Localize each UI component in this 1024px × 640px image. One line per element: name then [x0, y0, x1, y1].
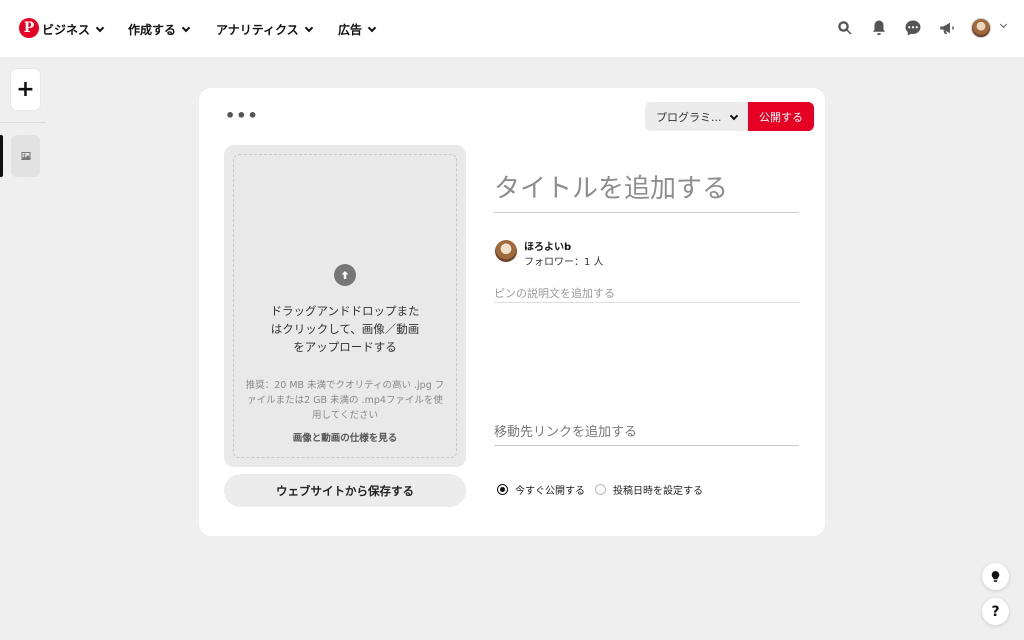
user-avatar — [495, 240, 517, 262]
chevron-down-icon — [729, 111, 739, 121]
nav-create-label: 作成する — [128, 23, 177, 37]
draft-pin-thumbnail[interactable] — [11, 135, 40, 177]
search-icon[interactable] — [835, 18, 855, 38]
help-button[interactable]: ? — [982, 598, 1009, 625]
chat-icon[interactable] — [903, 18, 923, 38]
question-mark-icon: ? — [991, 603, 1000, 620]
destination-link-input[interactable]: 移動先リンクを追加する — [494, 421, 799, 446]
account-avatar[interactable] — [971, 18, 991, 38]
upload-recommendation: 推奨：20 MB 未満でクオリティの高い .jpg ファイルまたは2 GB 未満… — [245, 380, 445, 421]
nav-ads[interactable]: 広告 — [338, 21, 377, 38]
title-input[interactable]: タイトルを追加する — [494, 168, 799, 213]
rail-active-indicator — [0, 135, 3, 177]
board-select-dropdown[interactable]: プログラミ... — [645, 102, 748, 131]
chevron-down-icon — [181, 23, 191, 32]
user-follower-count: フォロワー：1 人 — [524, 257, 604, 268]
media-upload-area[interactable]: ドラッグアンドドロップまたはクリックして、画像／動画をアップロードする 推奨：2… — [224, 145, 466, 467]
add-pin-button[interactable]: + — [11, 69, 40, 110]
bell-icon[interactable] — [869, 18, 889, 38]
board-select-value: プログラミ... — [656, 110, 722, 124]
schedule-label: 投稿日時を設定する — [613, 486, 703, 497]
save-from-website-button[interactable]: ウェブサイトから保存する — [224, 474, 466, 507]
image-icon — [21, 152, 30, 160]
upload-arrow-icon — [334, 264, 356, 286]
publish-now-option[interactable]: 今すぐ公開する — [497, 482, 585, 497]
pinterest-logo-icon[interactable]: P — [19, 18, 39, 38]
chevron-down-icon — [367, 23, 377, 32]
nav-analytics-label: アナリティクス — [216, 23, 299, 37]
rail-divider — [0, 122, 46, 123]
nav-create[interactable]: 作成する — [128, 21, 191, 38]
lightbulb-icon — [991, 571, 1000, 582]
account-chevron-down-icon[interactable] — [999, 20, 1008, 29]
more-options-icon[interactable]: ••• — [225, 106, 259, 125]
user-name: ほろよいb — [524, 242, 572, 253]
chevron-down-icon — [95, 23, 105, 32]
publish-button[interactable]: 公開する — [748, 102, 814, 131]
megaphone-icon[interactable] — [937, 18, 957, 38]
schedule-option[interactable]: 投稿日時を設定する — [595, 482, 703, 497]
nav-analytics[interactable]: アナリティクス — [216, 21, 313, 38]
media-spec-link[interactable]: 画像と動画の仕様を見る — [224, 430, 466, 444]
nav-business-label: ビジネス — [42, 23, 91, 37]
publish-now-label: 今すぐ公開する — [515, 486, 585, 497]
radio-unselected-icon[interactable] — [595, 484, 606, 495]
upload-instruction: ドラッグアンドドロップまたはクリックして、画像／動画をアップロードする — [270, 304, 420, 354]
chevron-down-icon — [304, 23, 313, 32]
radio-selected-icon[interactable] — [497, 484, 508, 495]
pin-editor-card: ••• プログラミ... 公開する ドラッグアンドドロップまたはクリックして、画… — [199, 88, 825, 536]
plus-icon: + — [16, 77, 35, 102]
nav-business[interactable]: ビジネス — [42, 21, 105, 38]
tips-lightbulb-button[interactable] — [982, 563, 1009, 590]
nav-ads-label: 広告 — [338, 23, 363, 37]
top-navigation-bar: P ビジネス 作成する アナリティクス 広告 — [0, 0, 1024, 57]
description-input[interactable]: ピンの説明文を追加する — [494, 285, 799, 303]
